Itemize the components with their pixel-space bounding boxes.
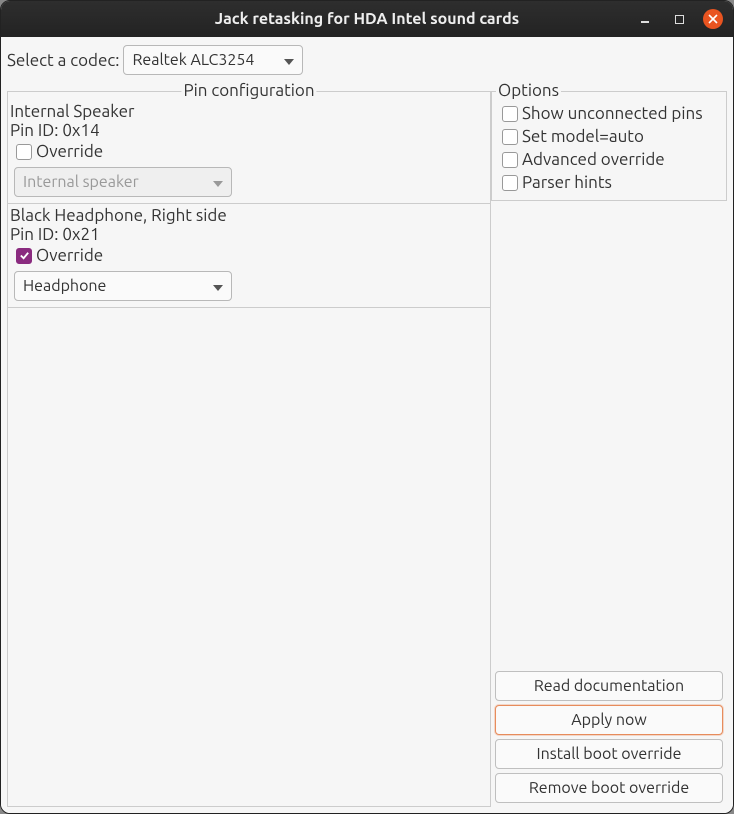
install-boot-override-button[interactable]: Install boot override xyxy=(495,739,723,769)
pin-type-value: Internal speaker xyxy=(23,173,139,191)
app-window: Jack retasking for HDA Intel sound cards… xyxy=(0,0,734,814)
chevron-down-icon xyxy=(213,173,223,191)
option-parser-hints[interactable]: Parser hints xyxy=(496,171,722,194)
window-controls xyxy=(635,9,723,29)
action-buttons: Read documentation Apply now Install boo… xyxy=(491,667,727,807)
option-show-unconnected[interactable]: Show unconnected pins xyxy=(496,102,722,125)
option-label: Set model=auto xyxy=(522,127,644,146)
pin-config-group: Pin configuration Internal Speaker Pin I… xyxy=(7,91,491,807)
pin-item: Black Headphone, Right side Pin ID: 0x21… xyxy=(8,204,490,308)
close-button[interactable] xyxy=(703,9,723,29)
maximize-button[interactable] xyxy=(669,9,689,29)
option-advanced-override[interactable]: Advanced override xyxy=(496,148,722,171)
pin-name: Black Headphone, Right side xyxy=(10,206,488,225)
remove-boot-override-button[interactable]: Remove boot override xyxy=(495,773,723,803)
override-checkbox-row[interactable]: Override xyxy=(10,140,488,163)
pin-id: Pin ID: 0x21 xyxy=(10,225,488,244)
options-group: Options Show unconnected pins Set model=… xyxy=(491,91,727,201)
chevron-down-icon xyxy=(284,51,294,69)
option-label: Parser hints xyxy=(522,173,612,192)
codec-row: Select a codec: Realtek ALC3254 xyxy=(7,43,727,77)
codec-select[interactable]: Realtek ALC3254 xyxy=(123,45,303,75)
pin-type-select[interactable]: Headphone xyxy=(14,271,232,301)
spacer xyxy=(491,201,727,667)
pin-name: Internal Speaker xyxy=(10,102,488,121)
pin-item: Internal Speaker Pin ID: 0x14 Override I… xyxy=(8,100,490,204)
checkbox-icon xyxy=(502,175,518,191)
override-label: Override xyxy=(36,142,103,161)
pin-type-select: Internal speaker xyxy=(14,167,232,197)
override-label: Override xyxy=(36,246,103,265)
titlebar: Jack retasking for HDA Intel sound cards xyxy=(1,1,733,37)
codec-label: Select a codec: xyxy=(7,51,119,70)
main-split: Pin configuration Internal Speaker Pin I… xyxy=(7,81,727,807)
checkbox-checked-icon xyxy=(16,248,32,264)
checkbox-icon xyxy=(16,144,32,160)
override-checkbox-row[interactable]: Override xyxy=(10,244,488,267)
codec-select-value: Realtek ALC3254 xyxy=(132,51,254,69)
minimize-button[interactable] xyxy=(635,9,655,29)
checkbox-icon xyxy=(502,106,518,122)
option-label: Advanced override xyxy=(522,150,665,169)
pin-config-legend: Pin configuration xyxy=(181,81,316,100)
pin-id: Pin ID: 0x14 xyxy=(10,121,488,140)
content-area: Select a codec: Realtek ALC3254 Pin conf… xyxy=(1,37,733,813)
apply-now-button[interactable]: Apply now xyxy=(495,705,723,735)
option-set-model-auto[interactable]: Set model=auto xyxy=(496,125,722,148)
checkbox-icon xyxy=(502,129,518,145)
chevron-down-icon xyxy=(213,277,223,295)
option-label: Show unconnected pins xyxy=(522,104,703,123)
read-documentation-button[interactable]: Read documentation xyxy=(495,671,723,701)
options-legend: Options xyxy=(496,81,561,100)
pin-type-value: Headphone xyxy=(23,277,106,295)
checkbox-icon xyxy=(502,152,518,168)
window-title: Jack retasking for HDA Intel sound cards xyxy=(9,10,725,28)
options-column: Options Show unconnected pins Set model=… xyxy=(491,91,727,807)
